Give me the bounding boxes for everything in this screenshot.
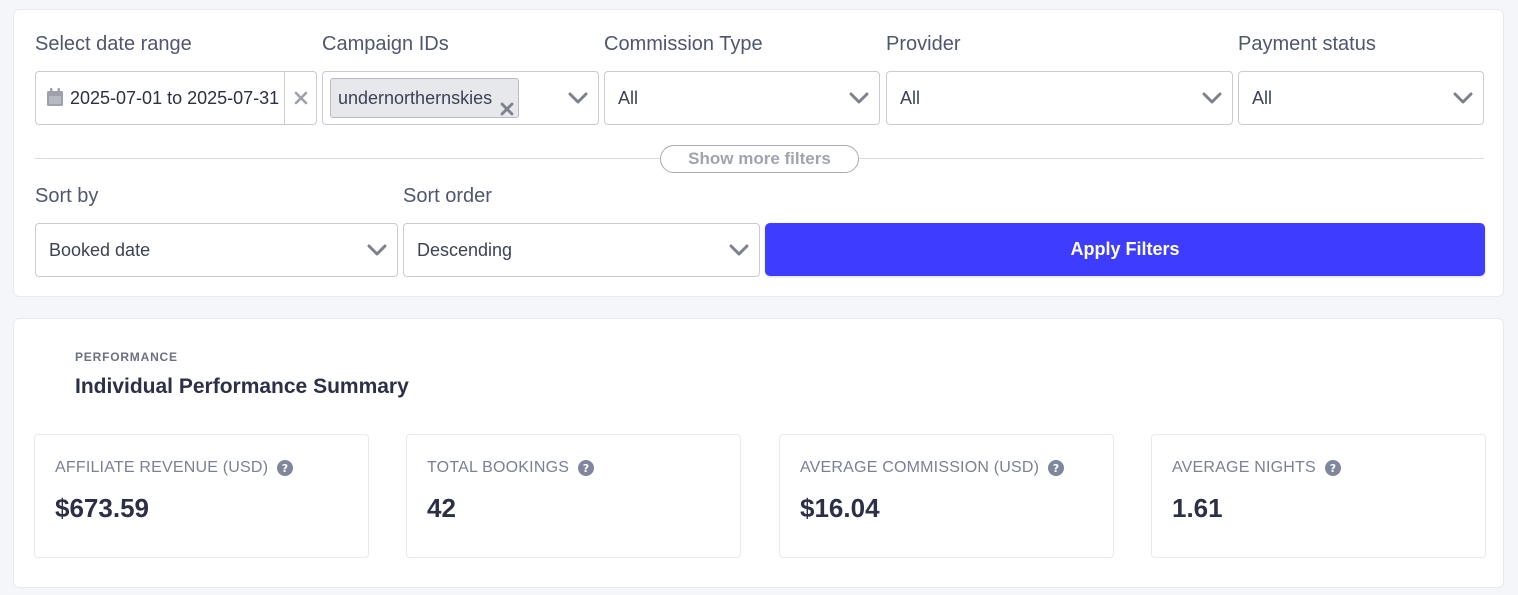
chevron-down-icon [849, 89, 869, 107]
campaign-tag: undernorthernskies [330, 78, 520, 118]
campaign-ids-label: Campaign IDs [322, 33, 449, 55]
date-range-label: Select date range [35, 33, 192, 55]
svg-text:?: ? [583, 462, 590, 475]
payment-status-value: All [1252, 88, 1273, 108]
date-range-value: 2025-07-01 to 2025-07-31 [70, 88, 280, 108]
metric-label-row: AVERAGE COMMISSION (USD) ? [800, 459, 1065, 477]
commission-type-select[interactable]: All [604, 71, 880, 125]
metric-card-average-commission: AVERAGE COMMISSION (USD) ? $16.04 [779, 434, 1114, 558]
campaign-tag-label: undernorthernskies [338, 88, 493, 108]
performance-title: Individual Performance Summary [75, 375, 409, 398]
metric-card-total-bookings: TOTAL BOOKINGS ? 42 [406, 434, 741, 558]
question-circle-icon[interactable]: ? [277, 460, 294, 476]
question-circle-icon[interactable]: ? [578, 460, 595, 476]
metric-value: $16.04 [800, 493, 880, 523]
filters-panel: Select date range Campaign IDs Commissio… [13, 9, 1504, 297]
metric-label: AFFILIATE REVENUE (USD) [55, 459, 269, 476]
svg-text:?: ? [1330, 462, 1337, 475]
chevron-down-icon [568, 89, 588, 107]
apply-filters-button[interactable]: Apply Filters [765, 223, 1485, 276]
close-icon[interactable] [500, 91, 514, 116]
show-more-filters-button[interactable]: Show more filters [660, 145, 859, 173]
svg-text:?: ? [282, 462, 289, 475]
performance-panel: PERFORMANCE Individual Performance Summa… [13, 318, 1504, 588]
metric-value: $673.59 [55, 493, 149, 523]
provider-value: All [900, 88, 921, 108]
metric-label-row: TOTAL BOOKINGS ? [427, 459, 595, 477]
metric-card-affiliate-revenue: AFFILIATE REVENUE (USD) ? $673.59 [34, 434, 369, 558]
sort-by-label: Sort by [35, 185, 99, 207]
sort-order-select[interactable]: Descending [403, 223, 760, 277]
metric-label-row: AVERAGE NIGHTS ? [1172, 459, 1341, 477]
metric-label-row: AFFILIATE REVENUE (USD) ? [55, 459, 294, 477]
sort-by-value: Booked date [49, 240, 151, 260]
date-range-divider [284, 72, 285, 124]
metric-label: AVERAGE NIGHTS [1172, 459, 1316, 476]
svg-text:?: ? [1053, 462, 1060, 475]
metric-value: 42 [427, 493, 456, 523]
question-circle-icon[interactable]: ? [1048, 460, 1065, 476]
provider-select[interactable]: All [886, 71, 1233, 125]
metric-card-average-nights: AVERAGE NIGHTS ? 1.61 [1151, 434, 1486, 558]
provider-label: Provider [886, 33, 961, 55]
commission-type-label: Commission Type [604, 33, 763, 55]
metric-label: AVERAGE COMMISSION (USD) [800, 459, 1040, 476]
payment-status-label: Payment status [1238, 33, 1376, 55]
sort-order-value: Descending [417, 240, 513, 260]
chevron-down-icon [367, 241, 387, 259]
metric-label: TOTAL BOOKINGS [427, 459, 570, 476]
sort-by-select[interactable]: Booked date [35, 223, 398, 277]
calendar-icon [47, 88, 63, 106]
chevron-down-icon [729, 241, 749, 259]
question-circle-icon[interactable]: ? [1324, 460, 1341, 476]
chevron-down-icon [1453, 89, 1473, 107]
commission-type-value: All [618, 88, 639, 108]
close-icon[interactable] [292, 89, 310, 107]
sort-order-label: Sort order [403, 185, 492, 207]
chevron-down-icon [1202, 89, 1222, 107]
metric-value: 1.61 [1172, 493, 1223, 523]
date-range-picker[interactable]: 2025-07-01 to 2025-07-31 [35, 71, 317, 125]
payment-status-select[interactable]: All [1238, 71, 1484, 125]
campaign-ids-select[interactable]: undernorthernskies [322, 71, 599, 125]
performance-eyebrow: PERFORMANCE [75, 350, 178, 364]
